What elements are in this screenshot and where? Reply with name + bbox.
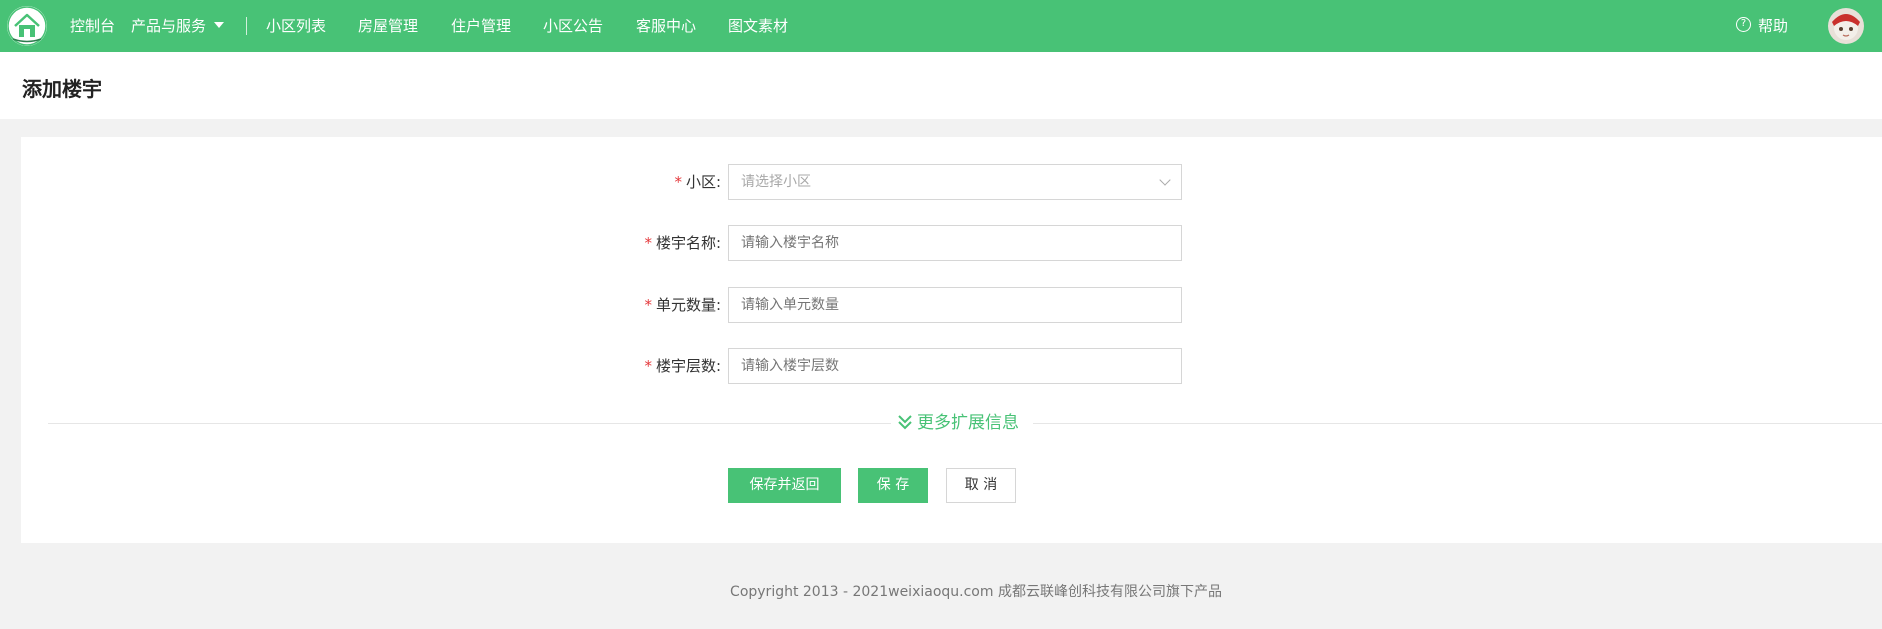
form-row-floor-count: * 楼宇层数: — [21, 348, 1882, 384]
nav-item-console[interactable]: 控制台 — [70, 0, 115, 52]
nav-item-community-list[interactable]: 小区列表 — [266, 0, 326, 52]
nav-item-resident-management[interactable]: 住户管理 — [451, 0, 511, 52]
nav-item-label: 产品与服务 — [131, 17, 207, 35]
nav-item-products-services[interactable]: 产品与服务 — [131, 0, 225, 52]
chevron-down-icon — [1159, 174, 1171, 186]
help-link[interactable]: ? 帮助 — [1736, 0, 1788, 52]
more-info-label: 更多扩展信息 — [917, 413, 1019, 433]
community-select[interactable]: 请选择小区 — [728, 164, 1182, 200]
unit-count-input[interactable] — [728, 287, 1182, 323]
community-label: 小区: — [685, 173, 721, 191]
question-circle-icon: ? — [1736, 17, 1751, 32]
form-row-community: * 小区: 请选择小区 — [21, 164, 1882, 200]
save-button[interactable]: 保 存 — [858, 468, 928, 503]
field-label: * 单元数量: — [644, 287, 721, 323]
required-mark: * — [674, 173, 682, 191]
house-logo-icon[interactable] — [7, 6, 47, 46]
footer-copyright: Copyright 2013 - 2021weixiaoqu.com 成都云联峰… — [730, 584, 1222, 600]
page-title: 添加楼宇 — [22, 77, 102, 101]
required-mark: * — [644, 357, 652, 375]
more-info-toggle[interactable]: 更多扩展信息 — [891, 410, 1033, 436]
double-chevron-down-icon — [898, 415, 912, 430]
cancel-button[interactable]: 取 消 — [946, 468, 1016, 503]
select-placeholder: 请选择小区 — [741, 174, 811, 190]
unit-count-label: 单元数量: — [655, 296, 721, 314]
top-nav-bar: 控制台 产品与服务 小区列表 房屋管理 住户管理 小区公告 客服中心 图文素材 … — [0, 0, 1882, 52]
nav-item-house-management[interactable]: 房屋管理 — [358, 0, 418, 52]
save-and-return-button[interactable]: 保存并返回 — [728, 468, 841, 503]
add-building-form: *小区: 请选择小区 *楼宇名称: *单元数量: *楼宇层数: 更多扩展信息 保… — [21, 137, 1882, 543]
field-label: * 楼宇名称: — [644, 225, 721, 261]
form-row-unit-count: * 单元数量: — [21, 287, 1882, 323]
nav-item-community-notice[interactable]: 小区公告 — [543, 0, 603, 52]
form-row-building-name: * 楼宇名称: — [21, 225, 1882, 261]
nav-item-customer-service[interactable]: 客服中心 — [636, 0, 696, 52]
building-name-label: 楼宇名称: — [655, 234, 721, 252]
field-label: * 小区: — [674, 164, 721, 200]
nav-item-media-library[interactable]: 图文素材 — [728, 0, 788, 52]
building-name-input[interactable] — [728, 225, 1182, 261]
help-label: 帮助 — [1758, 17, 1789, 35]
floor-count-label: 楼宇层数: — [655, 357, 721, 375]
floor-count-input[interactable] — [728, 348, 1182, 384]
required-mark: * — [644, 296, 652, 314]
required-mark: * — [644, 234, 652, 252]
nav-divider — [246, 17, 247, 35]
user-avatar[interactable] — [1828, 8, 1864, 44]
field-label: * 楼宇层数: — [644, 348, 721, 384]
caret-down-icon — [214, 21, 225, 28]
page-header: 添加楼宇 — [0, 52, 1882, 119]
